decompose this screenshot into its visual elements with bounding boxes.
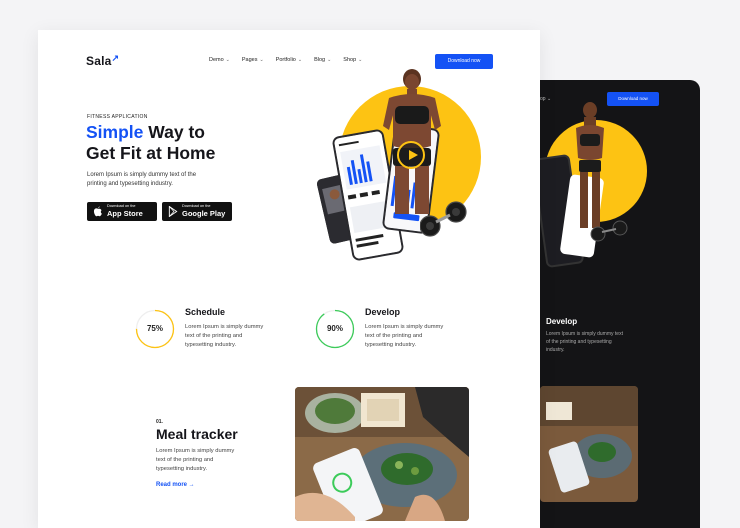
hero-description: Lorem Ipsum is simply dummy text of the … <box>87 172 197 187</box>
nav-label: Demo <box>209 57 224 63</box>
app-store-label: App Store <box>107 209 143 219</box>
chevron-down-icon: ⌄ <box>297 57 303 63</box>
dark-athlete-image <box>576 102 604 228</box>
feature-title: Meal tracker <box>156 426 238 442</box>
meal-tracker-photo <box>295 387 469 521</box>
hero-title-rest: Way to <box>143 122 205 142</box>
nav-item-blog[interactable]: Blog ⌄ <box>314 57 331 63</box>
google-play-icon <box>168 206 178 217</box>
stat-text: Lorem Ipsum is simply dummy text of the … <box>365 324 444 348</box>
nav-label: Shop <box>343 57 357 63</box>
google-play-button[interactable]: Download on the Google Play <box>162 202 232 221</box>
brand-name: Sala <box>86 54 112 68</box>
stat-title: Develop <box>365 307 401 317</box>
dark-nav-fragment: op ⌄ <box>540 96 552 102</box>
hero-title: Simple Way to Get Fit at Home <box>86 122 215 164</box>
read-more-link[interactable]: Read more → <box>156 482 195 488</box>
stat-title: Schedule <box>185 307 226 317</box>
dark-dumbbell-image <box>590 220 628 242</box>
chevron-down-icon: ⌄ <box>225 57 230 63</box>
chevron-down-icon: ⌄ <box>358 57 363 63</box>
arrow-up-right-icon: ↗ <box>111 53 120 63</box>
nav-label: Pages <box>241 57 258 63</box>
nav-label: Portfolio <box>275 57 296 63</box>
landing-page: Sala↗ Demo ⌄ Pages ⌄ Portfolio ⌄ Blog ⌄ Shop… <box>38 30 540 528</box>
nav-item-pages[interactable]: Pages ⌄ <box>242 57 264 63</box>
nav-item-portfolio[interactable]: Portfolio ⌄ <box>276 57 302 63</box>
main-nav: Demo ⌄ Pages ⌄ Portfolio ⌄ Blog ⌄ Shop ⌄ <box>209 57 362 63</box>
nav-item-shop[interactable]: Shop ⌄ <box>343 57 362 63</box>
stat-text: Lorem Ipsum is simply dummy text of the … <box>185 324 264 348</box>
hero-title-line2: Get Fit at Home <box>86 143 216 163</box>
stat-percent: 90% <box>326 324 343 333</box>
google-play-label: Google Play <box>182 209 226 219</box>
nav-label: Blog <box>314 57 326 63</box>
chevron-down-icon: ⌄ <box>259 57 264 63</box>
feature-text: Lorem Ipsum is simply dummy text of the … <box>156 448 235 472</box>
chevron-down-icon: ⌄ <box>327 57 332 63</box>
app-store-button[interactable]: Download on the App Store <box>87 202 157 221</box>
dark-meal-photo <box>540 386 638 502</box>
brand-logo[interactable]: Sala↗ <box>86 53 120 68</box>
stat-percent: 75% <box>146 324 163 333</box>
feature-number: 01. <box>156 419 163 425</box>
dark-feature-text: Lorem Ipsum is simply dummy text of the … <box>546 331 623 353</box>
download-now-button[interactable]: Download now <box>435 54 493 69</box>
hero-eyebrow: FITNESS APPLICATION <box>87 114 148 120</box>
apple-icon <box>93 206 102 217</box>
play-video-button[interactable] <box>397 141 425 169</box>
dumbbell-image <box>420 201 467 237</box>
dark-download-button[interactable]: Download now <box>607 92 659 106</box>
dark-feature-title: Develop <box>546 317 578 326</box>
hero-title-accent: Simple <box>86 122 144 142</box>
nav-item-demo[interactable]: Demo ⌄ <box>209 57 230 63</box>
